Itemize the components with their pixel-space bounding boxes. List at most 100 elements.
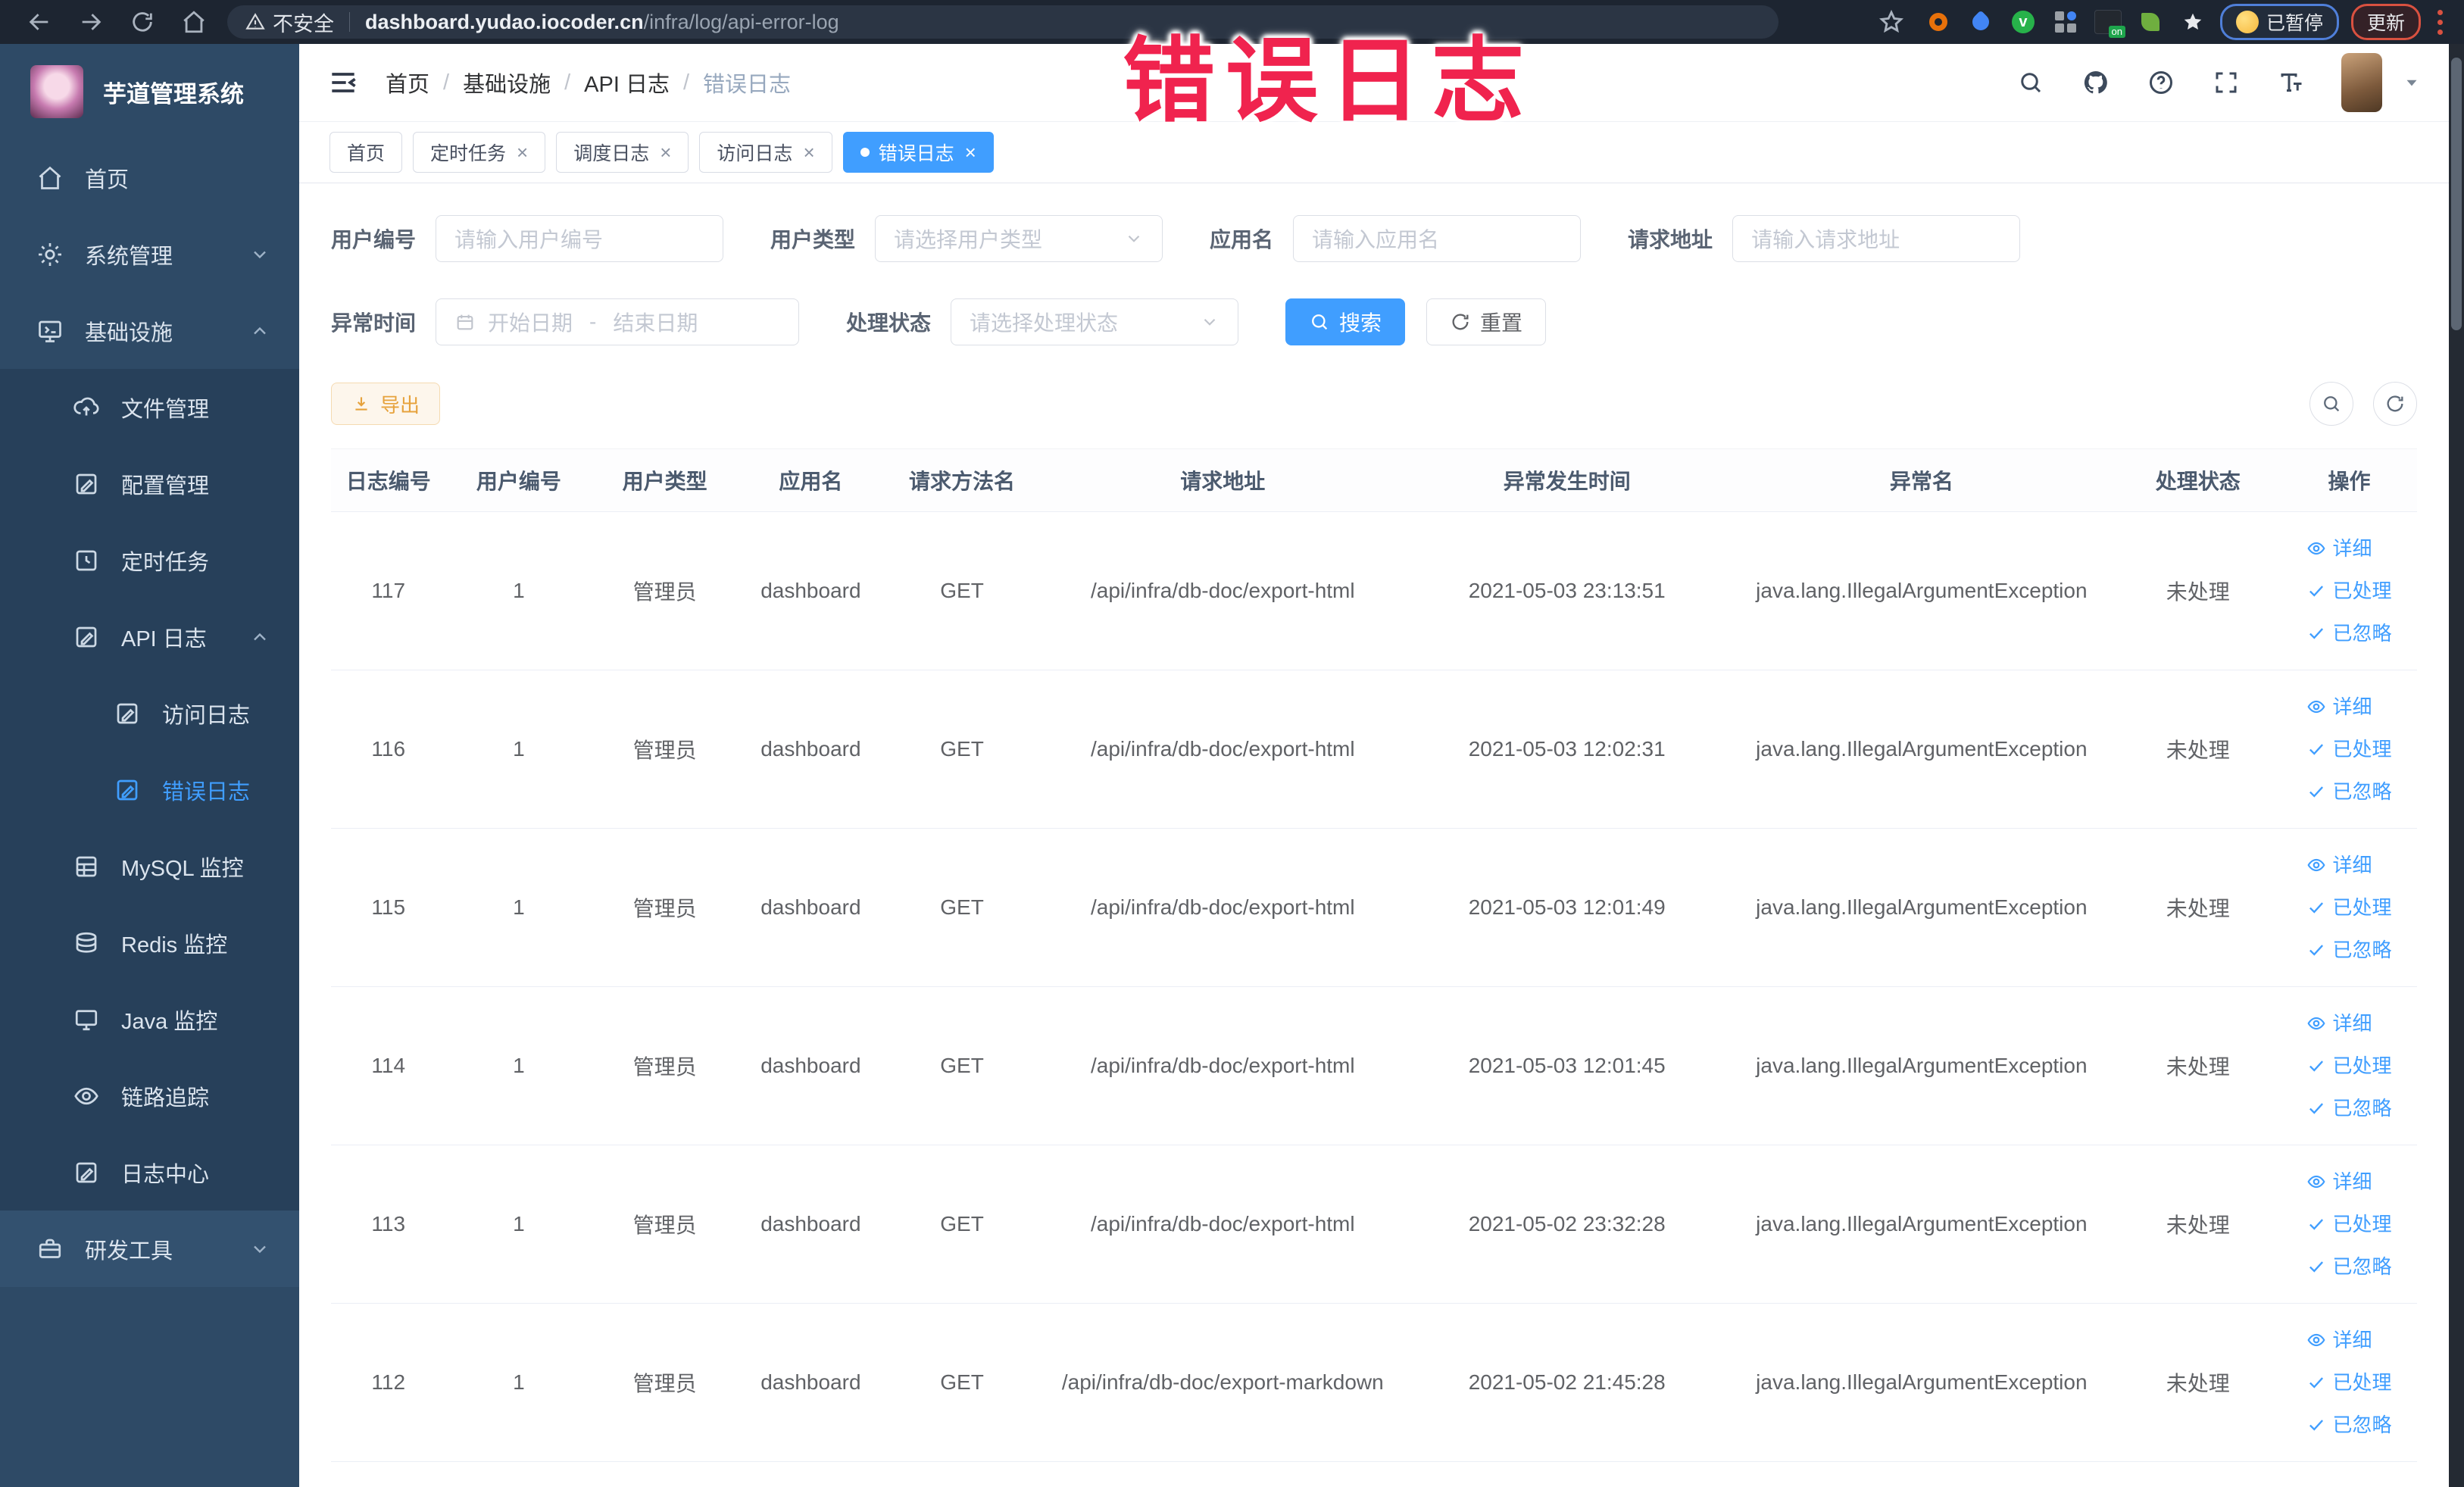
- action-link-processed[interactable]: 已处理: [2306, 1203, 2391, 1245]
- action-link-detail[interactable]: 详细: [2306, 844, 2372, 886]
- tab-access-log[interactable]: 访问日志 ×: [699, 132, 832, 173]
- site-security-badge[interactable]: 不安全: [245, 8, 334, 37]
- home-button[interactable]: [179, 7, 209, 37]
- breadcrumb-item-infra[interactable]: 基础设施: [463, 67, 551, 98]
- tab-home[interactable]: 首页: [329, 132, 403, 173]
- action-link-detail[interactable]: 详细: [2306, 1319, 2372, 1361]
- extension-grid-icon[interactable]: [2052, 8, 2079, 36]
- back-button[interactable]: [24, 7, 55, 37]
- refresh-button[interactable]: [2373, 382, 2417, 426]
- extension-star-icon[interactable]: [2179, 8, 2206, 36]
- sidebar-item-dev-tools[interactable]: 研发工具: [0, 1211, 299, 1287]
- cell-id: 113: [331, 1145, 446, 1304]
- tab-timed-task[interactable]: 定时任务 ×: [413, 132, 546, 173]
- browser-menu-button[interactable]: [2437, 8, 2443, 37]
- request-url-input[interactable]: 请输入请求地址: [1732, 215, 2021, 262]
- user-avatar[interactable]: [2341, 53, 2382, 112]
- sidebar-item-timed-task[interactable]: 定时任务: [0, 522, 299, 598]
- scrollbar-thumb[interactable]: [2451, 58, 2462, 330]
- filter-exception-time: 异常时间 开始日期 - 结束日期: [331, 298, 800, 345]
- action-link-detail[interactable]: 详细: [2306, 527, 2372, 570]
- action-link-processed[interactable]: 已处理: [2306, 886, 2391, 929]
- tab-schedule-log[interactable]: 调度日志 ×: [556, 132, 689, 173]
- fullscreen-icon[interactable]: [2211, 67, 2241, 98]
- tab-close-icon[interactable]: ×: [517, 142, 528, 162]
- reset-button[interactable]: 重置: [1426, 298, 1547, 345]
- extension-on-badge-icon[interactable]: [2094, 8, 2125, 38]
- sidebar-item-redis-monitor[interactable]: Redis 监控: [0, 904, 299, 981]
- action-link-ignored[interactable]: 已忽略: [2306, 612, 2391, 654]
- tab-close-icon[interactable]: ×: [660, 142, 671, 162]
- action-link-processed[interactable]: 已处理: [2306, 570, 2391, 612]
- forward-button[interactable]: [76, 7, 106, 37]
- breadcrumb-item-api-log[interactable]: API 日志: [584, 67, 670, 98]
- action-link-detail[interactable]: 详细: [2306, 1161, 2372, 1203]
- process-status-select[interactable]: 请选择处理状态: [951, 298, 1239, 345]
- action-link-ignored[interactable]: 已忽略: [2306, 1404, 2391, 1446]
- date-range-input[interactable]: 开始日期 - 结束日期: [436, 298, 800, 345]
- search-icon: [2324, 396, 2340, 412]
- sidebar-item-api-log[interactable]: API 日志: [0, 598, 299, 675]
- page-scrollbar[interactable]: [2449, 44, 2464, 1487]
- tab-close-icon[interactable]: ×: [803, 142, 814, 162]
- extension-blue-icon[interactable]: [1967, 8, 1994, 36]
- search-button[interactable]: 搜索: [1285, 298, 1406, 345]
- update-button[interactable]: 更新: [2350, 4, 2421, 40]
- action-link-ignored[interactable]: 已忽略: [2306, 770, 2391, 813]
- extension-leaf-icon[interactable]: [2137, 8, 2164, 36]
- font-size-icon[interactable]: [2276, 67, 2306, 98]
- user-type-select[interactable]: 请选择用户类型: [875, 215, 1163, 262]
- address-bar[interactable]: 不安全 dashboard.yudao.iocoder.cn/infra/log…: [227, 5, 1779, 39]
- app-name-input[interactable]: 请输入应用名: [1293, 215, 1582, 262]
- sidebar-item-trace[interactable]: 链路追踪: [0, 1057, 299, 1134]
- github-icon[interactable]: [2081, 67, 2111, 98]
- check-icon: [2309, 786, 2324, 798]
- user-menu-caret-icon[interactable]: [2402, 73, 2422, 92]
- url-path: /infra/log/api-error-log: [643, 10, 839, 33]
- action-label: 已处理: [2332, 579, 2392, 602]
- action-link-detail[interactable]: 详细: [2306, 1002, 2372, 1045]
- search-icon[interactable]: [2016, 67, 2046, 98]
- reload-button[interactable]: [127, 7, 158, 37]
- sidebar-item-home[interactable]: 首页: [0, 139, 299, 216]
- bookmark-star-icon[interactable]: [1876, 7, 1907, 37]
- action-link-processed[interactable]: 已处理: [2306, 1361, 2391, 1404]
- paused-label: 已暂停: [2266, 13, 2323, 34]
- action-link-ignored[interactable]: 已忽略: [2306, 1245, 2391, 1288]
- placeholder: 请输入应用名: [1312, 228, 1440, 251]
- sidebar-item-access-log[interactable]: 访问日志: [0, 675, 299, 751]
- action-link-ignored[interactable]: 已忽略: [2306, 929, 2391, 971]
- tab-close-icon[interactable]: ×: [965, 142, 976, 162]
- action-link-processed[interactable]: 已处理: [2306, 1045, 2391, 1087]
- extension-orange-icon[interactable]: [1925, 8, 1952, 36]
- sidebar-item-file-manage[interactable]: 文件管理: [0, 369, 299, 445]
- export-button[interactable]: 导出: [331, 383, 441, 425]
- help-icon[interactable]: [2146, 67, 2176, 98]
- sidebar-item-mysql-monitor[interactable]: MySQL 监控: [0, 828, 299, 904]
- action-link-ignored[interactable]: 已忽略: [2306, 1087, 2391, 1129]
- sidebar-item-java-monitor[interactable]: Java 监控: [0, 981, 299, 1057]
- action-link-processed[interactable]: 已处理: [2306, 728, 2391, 770]
- sidebar-item-infra[interactable]: 基础设施: [0, 292, 299, 369]
- collapse-sidebar-button[interactable]: [326, 66, 360, 99]
- sidebar-item-error-log[interactable]: 错误日志: [0, 751, 299, 828]
- sidebar-item-config-manage[interactable]: 配置管理: [0, 445, 299, 522]
- app-logo-row[interactable]: 芋道管理系统: [0, 44, 299, 139]
- cell-app: dashboard: [738, 828, 884, 987]
- eye-icon: [73, 1082, 100, 1110]
- check-icon: [2309, 1420, 2324, 1431]
- filter-user-type: 用户类型 请选择用户类型: [770, 215, 1163, 262]
- action-link-detail[interactable]: 详细: [2306, 686, 2372, 728]
- user-id-input[interactable]: 请输入用户编号: [436, 215, 724, 262]
- extension-green-v-icon[interactable]: v: [2010, 8, 2037, 36]
- paused-extension-badge[interactable]: 已暂停: [2219, 4, 2339, 40]
- tab-error-log[interactable]: 错误日志 ×: [842, 132, 994, 173]
- check-icon: [2309, 628, 2324, 639]
- cell-user_type: 管理员: [592, 828, 738, 987]
- sidebar-item-log-center[interactable]: 日志中心: [0, 1134, 299, 1211]
- sidebar-item-system[interactable]: 系统管理: [0, 216, 299, 292]
- search-toggle-button[interactable]: [2309, 382, 2353, 426]
- breadcrumb-item-home[interactable]: 首页: [386, 67, 429, 98]
- cell-time: 2021-05-03 23:13:51: [1405, 511, 1729, 670]
- column-header: 操作: [2281, 448, 2417, 512]
